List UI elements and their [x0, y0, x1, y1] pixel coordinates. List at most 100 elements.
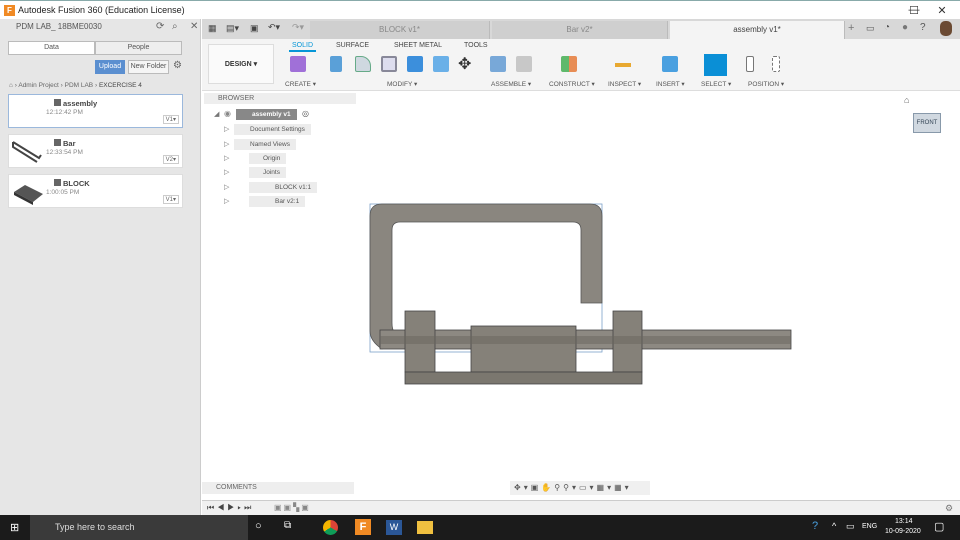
language-indicator[interactable]: ENG [862, 523, 877, 530]
workspace-switcher[interactable]: DESIGN ▾ [208, 44, 274, 84]
notifications-icon[interactable]: ▭ [866, 23, 875, 34]
group-construct[interactable]: CONSTRUCT ▾ [549, 80, 595, 88]
expand-icon[interactable]: ▷ [224, 197, 229, 205]
group-inspect[interactable]: INSPECT ▾ [608, 80, 641, 88]
navigation-bar[interactable]: ✥▾▣✋⚲⚲▾▭▾▦▾▦▾ [510, 481, 650, 495]
eye-icon[interactable]: ◉ [224, 109, 231, 118]
timeline-playback-controls[interactable]: ⏮◀▶▸⏭ [207, 503, 254, 513]
file-menu-icon[interactable]: ▤▾ [226, 23, 239, 34]
new-folder-button[interactable]: New Folder [128, 60, 169, 74]
canvas-viewport[interactable]: BROWSER ◢ ◉ assembly v1 ◎ ▷ Document Sett… [202, 91, 960, 498]
activate-icon[interactable]: ◎ [302, 109, 309, 118]
redo-icon[interactable]: ↷▾ [292, 22, 304, 33]
help-tray-icon[interactable]: ? [812, 520, 818, 532]
viewcube[interactable]: FRONT [913, 113, 941, 133]
tab-data[interactable]: Data [8, 41, 95, 55]
tab-tools[interactable]: TOOLS [464, 42, 488, 49]
file-card-bar[interactable]: Bar 12:33:54 PM V2▾ [8, 134, 183, 168]
new-joint-icon[interactable] [490, 56, 506, 72]
refresh-icon[interactable]: ⟳ [156, 21, 164, 32]
file-card-block[interactable]: BLOCK 1:00:05 PM V1▾ [8, 174, 183, 208]
expand-icon[interactable]: ▷ [224, 154, 229, 162]
select-tool-icon[interactable] [704, 54, 727, 76]
expand-icon[interactable]: ◢ [214, 110, 219, 118]
network-icon[interactable]: ▭ [846, 521, 855, 532]
expand-icon[interactable]: ▷ [224, 140, 229, 148]
group-select[interactable]: SELECT ▾ [701, 80, 731, 88]
tab-bar[interactable]: Bar v2* [492, 21, 668, 39]
search-icon[interactable]: ⌕ [172, 21, 178, 32]
group-create[interactable]: CREATE ▾ [285, 80, 316, 88]
press-pull-icon[interactable] [330, 56, 342, 72]
browser-node-bar[interactable]: Bar v2:1 [249, 196, 306, 207]
close-button[interactable]: ✕ [932, 4, 952, 17]
browser-header[interactable]: BROWSER [204, 93, 356, 104]
task-view-icon[interactable]: ⧉ [284, 520, 291, 531]
capture-position-icon[interactable] [746, 56, 754, 72]
comments-panel[interactable]: COMMENTS [202, 482, 354, 494]
group-assemble[interactable]: ASSEMBLE ▾ [491, 80, 531, 88]
fillet-icon[interactable] [355, 56, 371, 72]
version-dropdown[interactable]: V1▾ [162, 195, 179, 204]
undo-icon[interactable]: ↶▾ [268, 22, 280, 33]
project-selector[interactable]: PDM LAB_ 18BME0030 [16, 22, 102, 31]
breadcrumb-item[interactable]: Admin Project [18, 82, 58, 89]
tab-solid[interactable]: SOLID [289, 42, 317, 52]
revert-position-icon[interactable] [772, 56, 780, 72]
save-icon[interactable]: ▣ [250, 23, 259, 34]
close-panel-icon[interactable]: ✕ [190, 21, 198, 32]
upload-button[interactable]: Upload [95, 60, 125, 74]
cortana-icon[interactable]: ○ [255, 520, 262, 532]
insert-image-icon[interactable] [662, 56, 678, 72]
word-icon[interactable]: W [386, 520, 402, 535]
version-dropdown[interactable]: V1▾ [162, 115, 179, 124]
tab-sheet-metal[interactable]: SHEET METAL [394, 42, 442, 49]
timeline-settings-icon[interactable]: ⚙ [945, 503, 953, 514]
browser-root[interactable]: assembly v1 [236, 109, 297, 120]
expand-icon[interactable]: ▷ [224, 183, 229, 191]
maximize-button[interactable]: ☐ [904, 4, 924, 17]
as-built-joint-icon[interactable] [516, 56, 532, 72]
breadcrumb-item[interactable]: PDM LAB [65, 82, 94, 89]
group-position[interactable]: POSITION ▾ [748, 80, 784, 88]
offset-plane-icon[interactable] [561, 56, 577, 72]
browser-node-origin[interactable]: Origin [249, 153, 287, 164]
browser-node-joints[interactable]: Joints [249, 167, 286, 178]
new-tab-icon[interactable]: + [848, 22, 854, 34]
group-insert[interactable]: INSERT ▾ [656, 80, 685, 88]
home-view-icon[interactable]: ⌂ [904, 95, 909, 105]
tab-block[interactable]: BLOCK v1* [310, 21, 490, 39]
home-icon[interactable]: ⌂ [9, 82, 13, 89]
user-avatar[interactable] [940, 21, 952, 36]
windows-start-icon[interactable]: ⊞ [10, 521, 19, 534]
file-explorer-icon[interactable] [417, 521, 433, 534]
expand-icon[interactable]: ▷ [224, 168, 229, 176]
notification-center-icon[interactable]: ▢ [934, 520, 944, 533]
tray-chevron-icon[interactable]: ^ [832, 521, 836, 531]
chrome-icon[interactable] [323, 520, 338, 535]
shell-icon[interactable] [381, 56, 397, 72]
job-status-icon[interactable]: ◔ [884, 22, 890, 33]
tab-people[interactable]: People [95, 41, 182, 55]
assembly-model[interactable] [202, 91, 960, 498]
fusion-taskbar-icon[interactable]: F [355, 519, 371, 535]
timeline-features[interactable]: ▣▣▚▣ [274, 503, 311, 512]
browser-node-named-views[interactable]: Named Views [234, 139, 296, 150]
browser-node-document-settings[interactable]: Document Settings [234, 124, 311, 135]
move-icon[interactable]: ✥ [458, 54, 471, 74]
version-dropdown[interactable]: V2▾ [162, 155, 179, 164]
group-modify[interactable]: MODIFY ▾ [387, 80, 417, 88]
gear-icon[interactable]: ⚙ [173, 60, 182, 71]
tab-surface[interactable]: SURFACE [336, 42, 369, 49]
tab-assembly[interactable]: assembly v1* [670, 21, 845, 39]
clock-time[interactable]: 13:14 [895, 518, 913, 525]
combine-icon[interactable] [407, 56, 423, 72]
measure-icon[interactable] [615, 63, 631, 67]
help-icon[interactable]: ? [920, 22, 926, 33]
app-grid-icon[interactable]: ▦ [208, 23, 217, 34]
browser-node-block[interactable]: BLOCK v1:1 [249, 182, 318, 193]
file-card-assembly[interactable]: assembly 12:12:42 PM V1▾ [8, 94, 183, 128]
split-body-icon[interactable] [433, 56, 449, 72]
expand-icon[interactable]: ▷ [224, 125, 229, 133]
timeline[interactable]: ⏮◀▶▸⏭ ▣▣▚▣ ⚙ [202, 500, 960, 515]
